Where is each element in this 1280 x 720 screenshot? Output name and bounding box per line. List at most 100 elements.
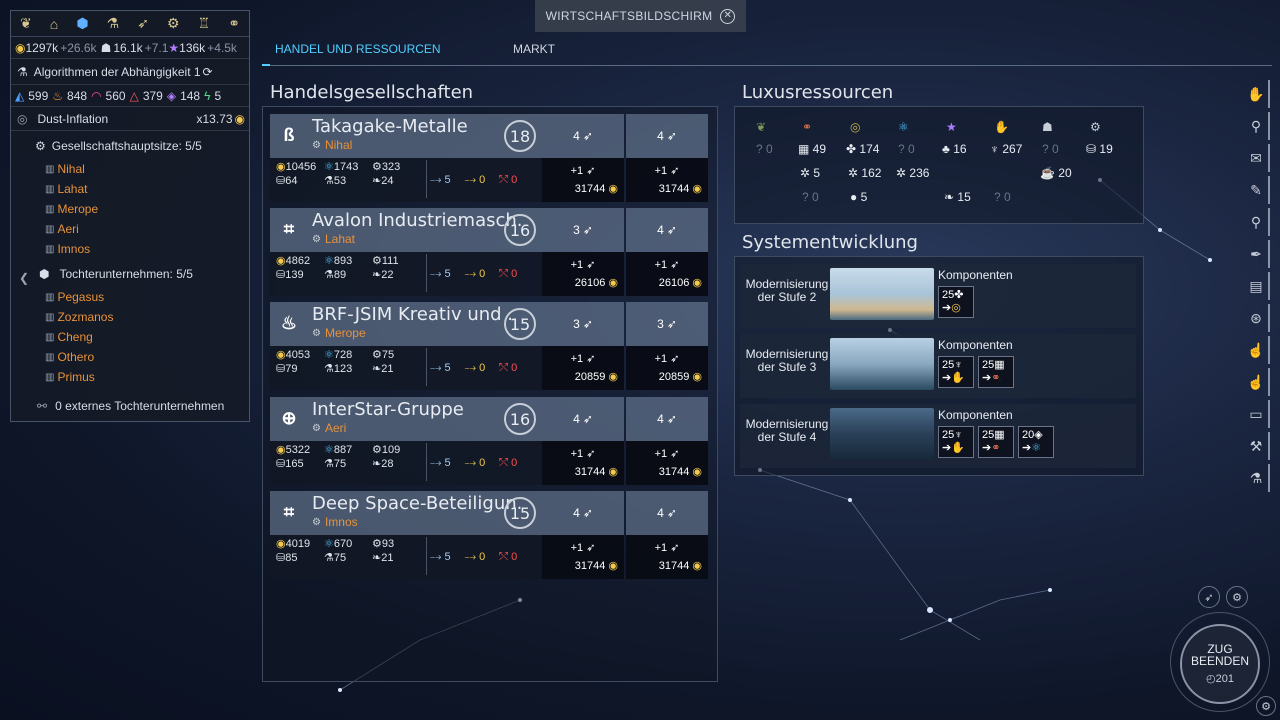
end-turn-button[interactable]: ZUG BEENDEN ◴201 [1180, 624, 1260, 704]
inflation-row: ◎ Dust-Inflation x13.73 ◉ [11, 107, 249, 131]
company-row[interactable]: ⌗ Avalon Industriemasch. ⚙ Lahat 16 ◉4862 ⚛893… [270, 208, 710, 296]
trade-slot-value: 20859 [574, 371, 606, 383]
fleet-icon[interactable]: ➶ [1198, 586, 1220, 608]
company-row[interactable]: ß Takagake-Metalle ⚙ Nihal 18 ◉10456 ⚛1743 ⚙323… [270, 114, 710, 202]
hq-item[interactable]: ▥ Nihal [35, 159, 249, 179]
component-cost[interactable]: 25♆ ➔✋ [938, 426, 974, 458]
laurel-icon[interactable]: ❦ [20, 15, 32, 32]
magnifier-icon[interactable]: ⚲ [1244, 112, 1270, 140]
luxury-value[interactable]: ☕ 20 [1040, 166, 1072, 180]
luxury-value[interactable]: ? 0 [994, 190, 1011, 204]
luxury-value[interactable]: ? 0 [756, 142, 773, 156]
tab-trade-resources[interactable]: HANDEL UND RESSOURCEN [275, 42, 441, 56]
building-icon[interactable]: ⌂ [50, 16, 58, 32]
company-trade-slot[interactable]: 4 ➶ +1 ➶ 31744 ◉ [626, 397, 708, 485]
luxury-value[interactable]: ✲ 236 [896, 166, 929, 180]
card-icon[interactable]: ▭ [1244, 400, 1270, 428]
luxury-value[interactable]: ♆ 267 [990, 142, 1022, 156]
component-cost[interactable]: 20◈ ➔⚛ [1018, 426, 1054, 458]
quill-icon[interactable]: ✒ [1244, 240, 1270, 268]
scroll-icon[interactable]: ✉ [1244, 144, 1270, 172]
luxury-value[interactable]: ✲ 5 [800, 166, 820, 180]
company-hq[interactable]: ⚙ Merope [312, 326, 366, 340]
hammer-icon[interactable]: ⚒ [1244, 432, 1270, 460]
company-row[interactable]: ♨ BRF-JSIM Kreativ und . ⚙ Merope 15 ◉4053 ⚛72… [270, 302, 710, 390]
company-trade-slot[interactable]: 3 ➶ +1 ➶ 20859 ◉ [626, 302, 708, 390]
company-trade-slot[interactable]: 3 ➶ +1 ➶ 26106 ◉ [542, 208, 624, 296]
hand-alt-icon[interactable]: ☝ [1244, 368, 1270, 396]
company-trade-slot[interactable]: 4 ➶ +1 ➶ 31744 ◉ [626, 114, 708, 202]
company-hq[interactable]: ⚙ Imnos [312, 515, 358, 529]
ship-icon[interactable]: ➶ [137, 15, 149, 32]
company-stat: ⛁85 [276, 551, 324, 564]
hq-item[interactable]: ▥ Merope [35, 199, 249, 219]
hq-item[interactable]: ▥ Aeri [35, 219, 249, 239]
hq-item[interactable]: ▥ Imnos [35, 239, 249, 259]
company-stat: ⚙75 [372, 348, 420, 361]
system-upgrade-row[interactable]: Modernisierung der Stufe 2 Komponenten 25✤… [740, 264, 1136, 328]
company-row[interactable]: ⌗ Deep Space-Beteiligun. ⚙ Imnos 15 ◉4019 ⚛670… [270, 491, 710, 579]
company-trade-slot[interactable]: 4 ➶ +1 ➶ 26106 ◉ [626, 208, 708, 296]
trade-slot-count: 4 [657, 223, 664, 237]
subsidiary-item[interactable]: ▥ Primus [35, 367, 249, 387]
strategic-resources-row: ◭ 599 ♨ 848 ◠ 560 △ 379 ◈ 148 ϟ5 [11, 85, 249, 107]
handshake-icon[interactable]: ⚭ [228, 15, 240, 32]
subsidiary-item[interactable]: ▥ Othero [35, 347, 249, 367]
hand-icon[interactable]: ☝ [1244, 336, 1270, 364]
compass-icon[interactable]: ⊛ [1244, 304, 1270, 332]
company-hq-icon: ⚙ [312, 139, 321, 151]
company-trade-slot[interactable]: 4 ➶ +1 ➶ 31744 ◉ [542, 397, 624, 485]
collapse-arrow-icon[interactable]: ❮ [19, 271, 29, 285]
tab-market[interactable]: MARKT [513, 42, 555, 56]
component-cost[interactable]: 25▦ ➔⚭ [978, 426, 1014, 458]
company-trade-slot[interactable]: 3 ➶ +1 ➶ 20859 ◉ [542, 302, 624, 390]
company-stat: ⚛887 [324, 443, 372, 456]
research-row[interactable]: ⚗ Algorithmen der Abhängigkeit 1 ⟳ [11, 59, 249, 85]
component-cost[interactable]: 25♆ ➔✋ [938, 356, 974, 388]
company-logo-icon: ⌗ [283, 219, 295, 239]
empire-icon-row: ❦ ⌂ ⬢ ⚗ ➶ ⚙ ♖ ⚭ [11, 11, 249, 37]
subsidiary-item[interactable]: ▥ Pegasus [35, 287, 249, 307]
trade-slot-value: 20859 [658, 371, 690, 383]
settings-icon[interactable]: ⚙ [1256, 696, 1276, 716]
hexagon-icon[interactable]: ⬢ [76, 15, 88, 32]
subsidiary-item[interactable]: ▥ Zozmanos [35, 307, 249, 327]
system-upgrade-row[interactable]: Modernisierung der Stufe 3 Komponenten 25♆… [740, 334, 1136, 398]
luxury-value[interactable]: ? 0 [1042, 142, 1059, 156]
luxury-value[interactable]: ❧ 15 [944, 190, 971, 204]
gear-icon[interactable]: ⚙ [167, 15, 180, 32]
company-hq[interactable]: ⚙ Lahat [312, 232, 355, 246]
component-cost[interactable]: 25✤ ➔◎ [938, 286, 974, 318]
company-hq[interactable]: ⚙ Nihal [312, 138, 352, 152]
luxury-value[interactable]: ? 0 [898, 142, 915, 156]
pen-icon[interactable]: ✎ [1244, 176, 1270, 204]
company-trade-slot[interactable]: 4 ➶ +1 ➶ 31744 ◉ [542, 114, 624, 202]
component-target-icon: ⚭ [991, 442, 1001, 454]
company-row[interactable]: ⊕ InterStar-Gruppe ⚙ Aeri 16 ◉5322 ⚛887 ⚙109 ⛁16… [270, 397, 710, 485]
luxury-value-number: ? 0 [756, 142, 773, 156]
close-icon[interactable]: ✕ [720, 8, 736, 24]
flask-icon[interactable]: ⚗ [1244, 464, 1270, 492]
hq-item[interactable]: ▥ Lahat [35, 179, 249, 199]
luxury-value[interactable]: ✲ 162 [848, 166, 881, 180]
document-icon[interactable]: ▤ [1244, 272, 1270, 300]
luxury-value[interactable]: ♣ 16 [942, 142, 967, 156]
flask-icon[interactable]: ⚗ [107, 15, 120, 32]
company-trade-slot[interactable]: 4 ➶ +1 ➶ 31744 ◉ [542, 491, 624, 579]
component-cost[interactable]: 25▦ ➔⚭ [978, 356, 1014, 388]
company-hq[interactable]: ⚙ Aeri [312, 421, 346, 435]
search-icon[interactable]: ⚲ [1244, 208, 1270, 236]
trade-slot-delta: +1 [570, 165, 584, 177]
luxury-value[interactable]: ⛁ 19 [1086, 142, 1113, 156]
luxury-value[interactable]: ● 5 [850, 190, 867, 204]
system-upgrade-row[interactable]: Modernisierung der Stufe 4 Komponenten 25♆… [740, 404, 1136, 468]
luxury-value[interactable]: ▦ 49 [798, 142, 826, 156]
stat-icon: ◉ [276, 255, 286, 267]
subsidiary-item[interactable]: ▥ Cheng [35, 327, 249, 347]
luxury-value[interactable]: ✤ 174 [846, 142, 879, 156]
luxury-value[interactable]: ? 0 [802, 190, 819, 204]
event-icon[interactable]: ⚙ [1226, 586, 1248, 608]
company-trade-slot[interactable]: 4 ➶ +1 ➶ 31744 ◉ [626, 491, 708, 579]
thumb-icon[interactable]: ✋ [1244, 80, 1270, 108]
trophy-icon[interactable]: ♖ [198, 15, 211, 32]
